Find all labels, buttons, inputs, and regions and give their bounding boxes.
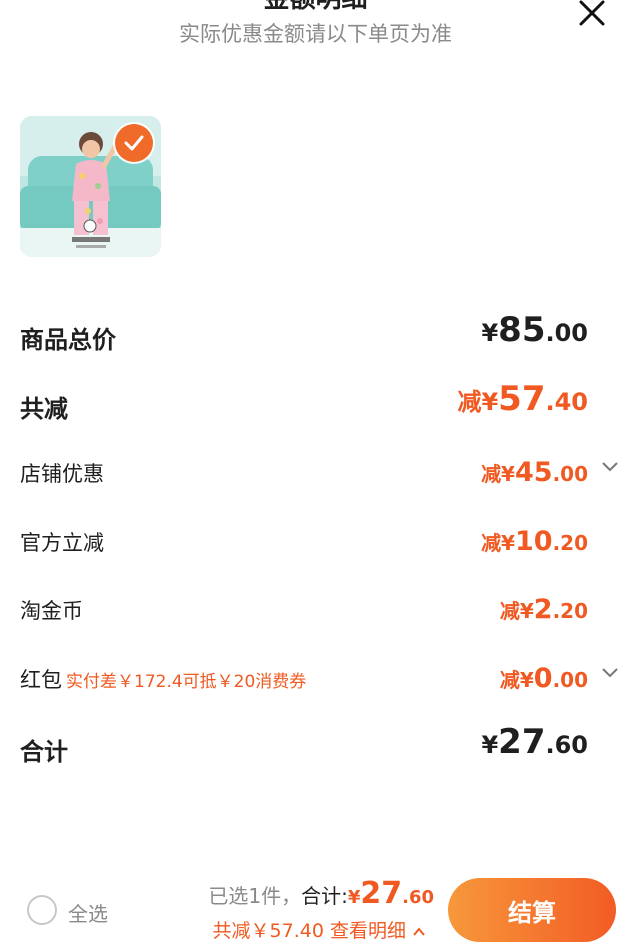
select-all-radio[interactable] xyxy=(27,895,57,925)
taojin-coin-row: 淘金币 减¥2.20 xyxy=(20,587,620,631)
chevron-down-icon[interactable] xyxy=(600,666,620,680)
select-all-label[interactable]: 全选 xyxy=(68,898,108,927)
close-button[interactable] xyxy=(576,0,608,28)
store-discount-label: 店铺优惠 xyxy=(20,462,104,486)
sum-label: 合计: xyxy=(301,884,348,908)
chevron-up-icon[interactable] xyxy=(412,926,426,938)
official-discount-row: 官方立减 减¥10.20 xyxy=(20,519,620,563)
red-packet-hint: 实付差￥172.4可抵￥20消费券 xyxy=(66,672,307,692)
taojin-coin-label: 淘金币 xyxy=(20,599,83,623)
total-discount-label: 共减 xyxy=(20,395,68,423)
red-packet-amount: 减¥0.00 xyxy=(499,663,588,694)
official-discount-amount: 减¥10.20 xyxy=(481,526,588,557)
chevron-down-icon[interactable] xyxy=(600,460,620,474)
selected-count: 已选1件， xyxy=(208,884,302,908)
discount-summary[interactable]: 共减￥57.40 查看明细 xyxy=(213,916,426,943)
store-discount-row[interactable]: 店铺优惠 减¥45.00 xyxy=(20,450,620,494)
subtotal-label: 合计 xyxy=(20,738,68,766)
sum-amount: ¥27.60 xyxy=(347,876,434,911)
page-title: 金额明细 xyxy=(0,0,631,15)
red-packet-label: 红包 实付差￥172.4可抵￥20消费券 xyxy=(20,668,307,692)
red-packet-row[interactable]: 红包 实付差￥172.4可抵￥20消费券 减¥0.00 xyxy=(20,656,620,700)
total-discount-row: 共减 减¥57.40 xyxy=(20,379,620,425)
total-price-amount: ¥85.00 xyxy=(481,310,588,350)
close-icon xyxy=(579,0,605,26)
store-discount-amount: 减¥45.00 xyxy=(481,457,588,488)
page-subtitle: 实际优惠金额请以下单页为准 xyxy=(179,22,452,46)
total-price-row: 商品总价 ¥85.00 xyxy=(20,310,620,356)
checkout-button[interactable]: 结算 xyxy=(448,878,616,942)
selection-summary: 已选1件，合计:¥27.60 xyxy=(208,876,434,911)
subtotal-row: 合计 ¥27.60 xyxy=(20,722,620,768)
subtotal-amount: ¥27.60 xyxy=(481,722,588,762)
discount-text: 共减￥57.40 xyxy=(212,920,324,942)
total-discount-amount: 减¥57.40 xyxy=(457,379,588,419)
taojin-coin-amount: 减¥2.20 xyxy=(499,594,588,625)
official-discount-label: 官方立减 xyxy=(20,531,104,555)
total-price-label: 商品总价 xyxy=(20,326,116,354)
selected-check-icon[interactable] xyxy=(115,124,153,162)
bottom-bar: 全选 已选1件，合计:¥27.60 共减￥57.40 查看明细 结算 xyxy=(0,870,631,943)
view-detail-link[interactable]: 查看明细 xyxy=(330,920,406,942)
